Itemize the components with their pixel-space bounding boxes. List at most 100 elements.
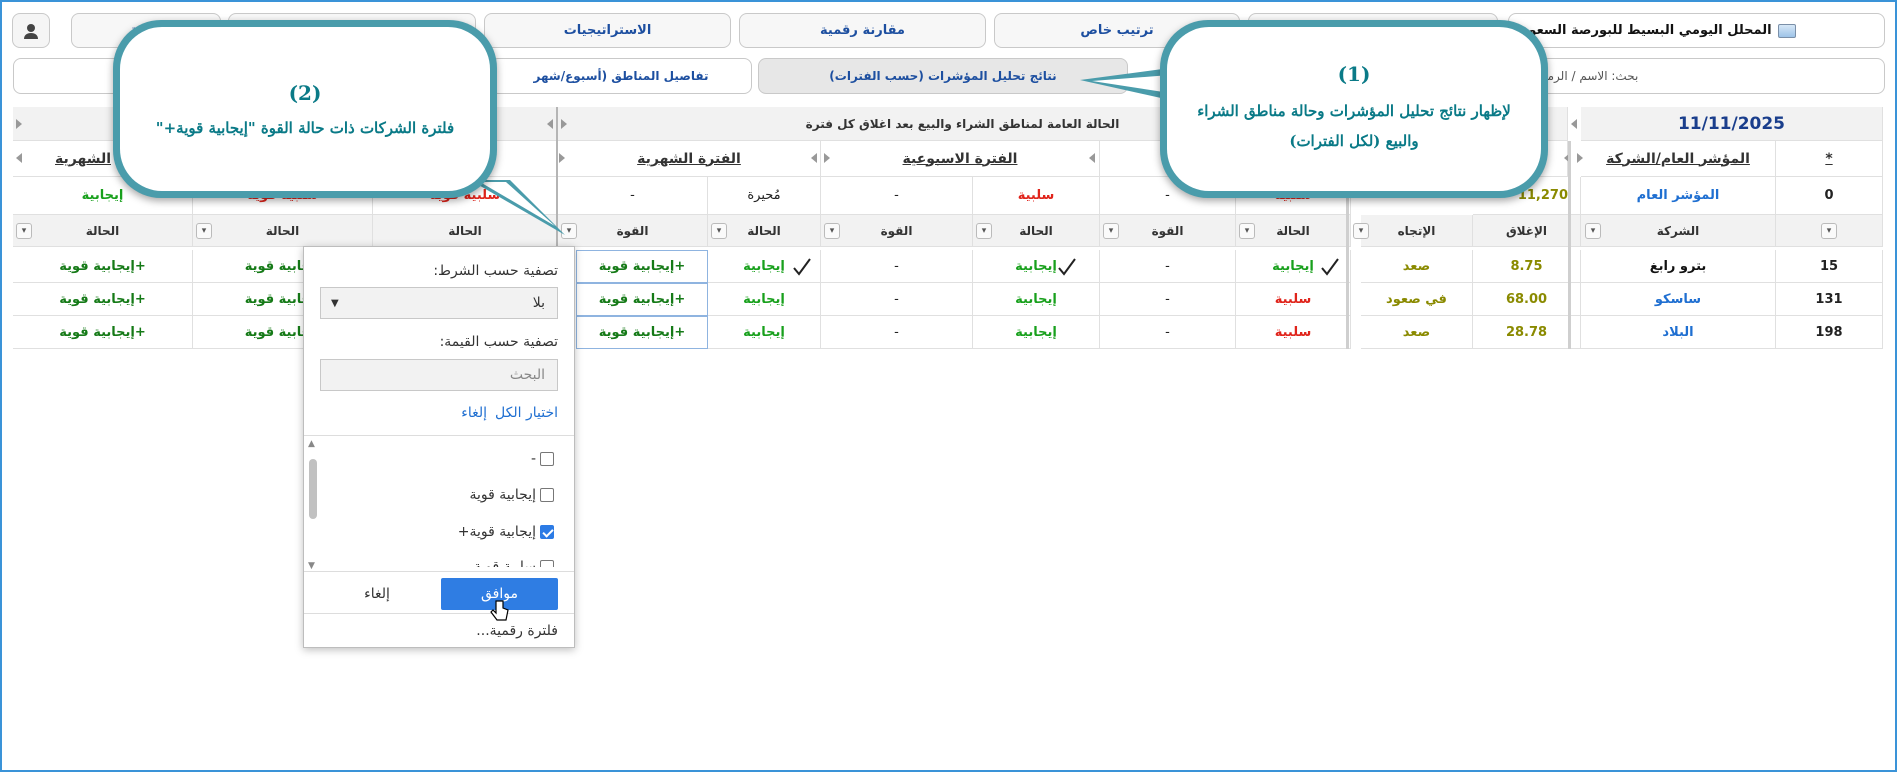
numeric-filter-item[interactable]: فلترة رقمية...	[476, 623, 558, 639]
callout-1-line1: لإظهار نتائج تحليل المؤشرات وحالة مناطق …	[1197, 102, 1511, 120]
row-company[interactable]: بترو رابغ	[1581, 250, 1776, 283]
filter-toggle-daily-strength[interactable]: ▾	[1103, 223, 1119, 239]
row-daily-strength: -	[1100, 250, 1236, 283]
filter-toggle-trend[interactable]: ▾	[1353, 223, 1369, 239]
option-strong-negative[interactable]: سلبية قوية	[474, 559, 554, 567]
check-icon	[1321, 258, 1339, 276]
row-num: 198	[1776, 316, 1883, 349]
scroll-up-icon: ▲	[308, 439, 315, 449]
filter-toggle-weekly-status[interactable]: ▾	[976, 223, 992, 239]
row-daily-status: سلبية	[1236, 316, 1351, 349]
col-trend[interactable]: الإتجاه	[1361, 215, 1473, 247]
callout-1-pointer	[1080, 68, 1170, 100]
scroll-thumb	[309, 459, 317, 519]
row-trend: في صعود	[1361, 283, 1473, 316]
row-weekly-strength: -	[821, 283, 973, 316]
col-company[interactable]: الشركة	[1581, 215, 1776, 247]
header-star[interactable]: *	[1776, 141, 1883, 177]
search-label: بحث: الاسم / الرمز	[1541, 69, 1639, 83]
row-monthly-strength: إيجابية قوية+	[576, 316, 708, 349]
tab-zone-details[interactable]: تفاصيل المناطق (أسبوع/شهر	[490, 58, 752, 94]
user-button[interactable]	[12, 13, 50, 48]
checkbox	[540, 452, 554, 466]
filter-by-condition-label: تصفية حسب الشرط:	[433, 263, 558, 279]
row-weekly-status: إيجابية	[973, 316, 1100, 349]
select-all-link[interactable]: اختيار الكل	[495, 405, 558, 421]
row-daily-strength: -	[1100, 316, 1236, 349]
row-monthly-strength: إيجابية قوية+	[576, 283, 708, 316]
app-title: المحلل اليومي البسيط للبورصة السعودية	[1509, 23, 1772, 38]
row-col-c: إيجابية قوية+	[13, 283, 193, 316]
divider	[304, 613, 574, 614]
callout-2-pointer	[470, 180, 565, 235]
cancel-button[interactable]: إلغاء	[332, 578, 422, 610]
check-icon	[1058, 258, 1076, 276]
col-status-b[interactable]: الحالة	[193, 215, 373, 247]
search-field[interactable]: بحث: الاسم / الرمز	[1540, 58, 1885, 94]
value-search-input[interactable]: البحث	[320, 359, 558, 391]
col-status-c[interactable]: الحالة	[13, 215, 193, 247]
index-row-num: 0	[1776, 177, 1883, 215]
header-monthly[interactable]: الفترة الشهرية	[558, 141, 821, 177]
row-weekly-strength: -	[821, 250, 973, 283]
date-header: 11/11/2025	[1581, 107, 1883, 141]
filter-toggle-weekly-strength[interactable]: ▾	[824, 223, 840, 239]
filter-toggle-monthly-status[interactable]: ▾	[711, 223, 727, 239]
column-separator	[1568, 141, 1571, 349]
hand-cursor-icon	[490, 600, 509, 621]
divider	[304, 571, 574, 572]
index-row-monthly-status: مُحيرة	[708, 177, 821, 215]
options-scrollbar[interactable]: ▲ ▼	[306, 439, 320, 571]
col-weekly-strength[interactable]: القوة	[821, 215, 973, 247]
header-weekly[interactable]: الفترة الاسبوعية	[821, 141, 1100, 177]
callout-2-line1: فلترة الشركات ذات حالة القوة "إيجابية قو…	[155, 119, 455, 137]
col-monthly-strength[interactable]: القوة	[558, 215, 708, 247]
col-close[interactable]: الإغلاق	[1473, 215, 1581, 247]
row-weekly-status: إيجابية	[973, 283, 1100, 316]
check-icon	[793, 258, 811, 276]
condition-select[interactable]: بلا ▼	[320, 287, 558, 319]
filter-toggle-status-b[interactable]: ▾	[196, 223, 212, 239]
row-col-c: إيجابية قوية+	[13, 316, 193, 349]
checkbox	[540, 560, 554, 567]
option-strong-positive-plus[interactable]: إيجابية قوية+	[458, 524, 554, 540]
nav-tab-numeric-compare[interactable]: مقارنة رقمية	[739, 13, 986, 48]
callout-1: (1) لإظهار نتائج تحليل المؤشرات وحالة من…	[1160, 20, 1548, 198]
option-dash[interactable]: -	[531, 451, 554, 467]
header-index-company[interactable]: المؤشر العام/الشركة	[1581, 141, 1776, 177]
row-monthly-status: إيجابية	[708, 316, 821, 349]
row-company[interactable]: البلاد	[1581, 316, 1776, 349]
row-num: 15	[1776, 250, 1883, 283]
callout-2-number: (2)	[288, 81, 322, 105]
divider	[304, 435, 574, 436]
clear-all-link[interactable]: إلغاء	[461, 405, 487, 421]
app-title-bar: المحلل اليومي البسيط للبورصة السعودية	[1508, 13, 1885, 48]
scroll-down-icon: ▼	[308, 561, 315, 571]
row-trend: صعد	[1361, 250, 1473, 283]
tab-indicator-results[interactable]: نتائج تحليل المؤشرات (حسب الفترات)	[758, 58, 1128, 94]
row-weekly-strength: -	[821, 316, 973, 349]
col-weekly-status[interactable]: الحالة	[973, 215, 1100, 247]
checkbox-checked	[540, 525, 554, 539]
filter-toggle-status-c[interactable]: ▾	[16, 223, 32, 239]
row-close: 8.75	[1473, 250, 1581, 283]
filter-by-value-label: تصفية حسب القيمة:	[439, 334, 558, 350]
callout-1-line2: والبيع (لكل الفترات)	[1289, 132, 1419, 150]
row-monthly-status: إيجابية	[708, 283, 821, 316]
filter-toggle-star[interactable]: ▾	[1821, 223, 1837, 239]
filter-toggle-company[interactable]: ▾	[1585, 223, 1601, 239]
filter-toggle-daily-status[interactable]: ▾	[1239, 223, 1255, 239]
col-daily-strength[interactable]: القوة	[1100, 215, 1236, 247]
index-row-name[interactable]: المؤشر العام	[1581, 177, 1776, 215]
row-company[interactable]: ساسكو	[1581, 283, 1776, 316]
row-num: 131	[1776, 283, 1883, 316]
nav-tab-strategies[interactable]: الاستراتيجيات	[484, 13, 731, 48]
callout-1-number: (1)	[1337, 62, 1371, 86]
row-close: 28.78	[1473, 316, 1581, 349]
row-col-c: إيجابية قوية+	[13, 250, 193, 283]
option-strong-positive[interactable]: إيجابية قوية	[470, 487, 554, 503]
index-row-weekly-strength: -	[821, 177, 973, 215]
bulk-actions: اختيار الكل إلغاء	[461, 405, 558, 421]
user-icon	[24, 23, 38, 39]
checkbox	[540, 488, 554, 502]
